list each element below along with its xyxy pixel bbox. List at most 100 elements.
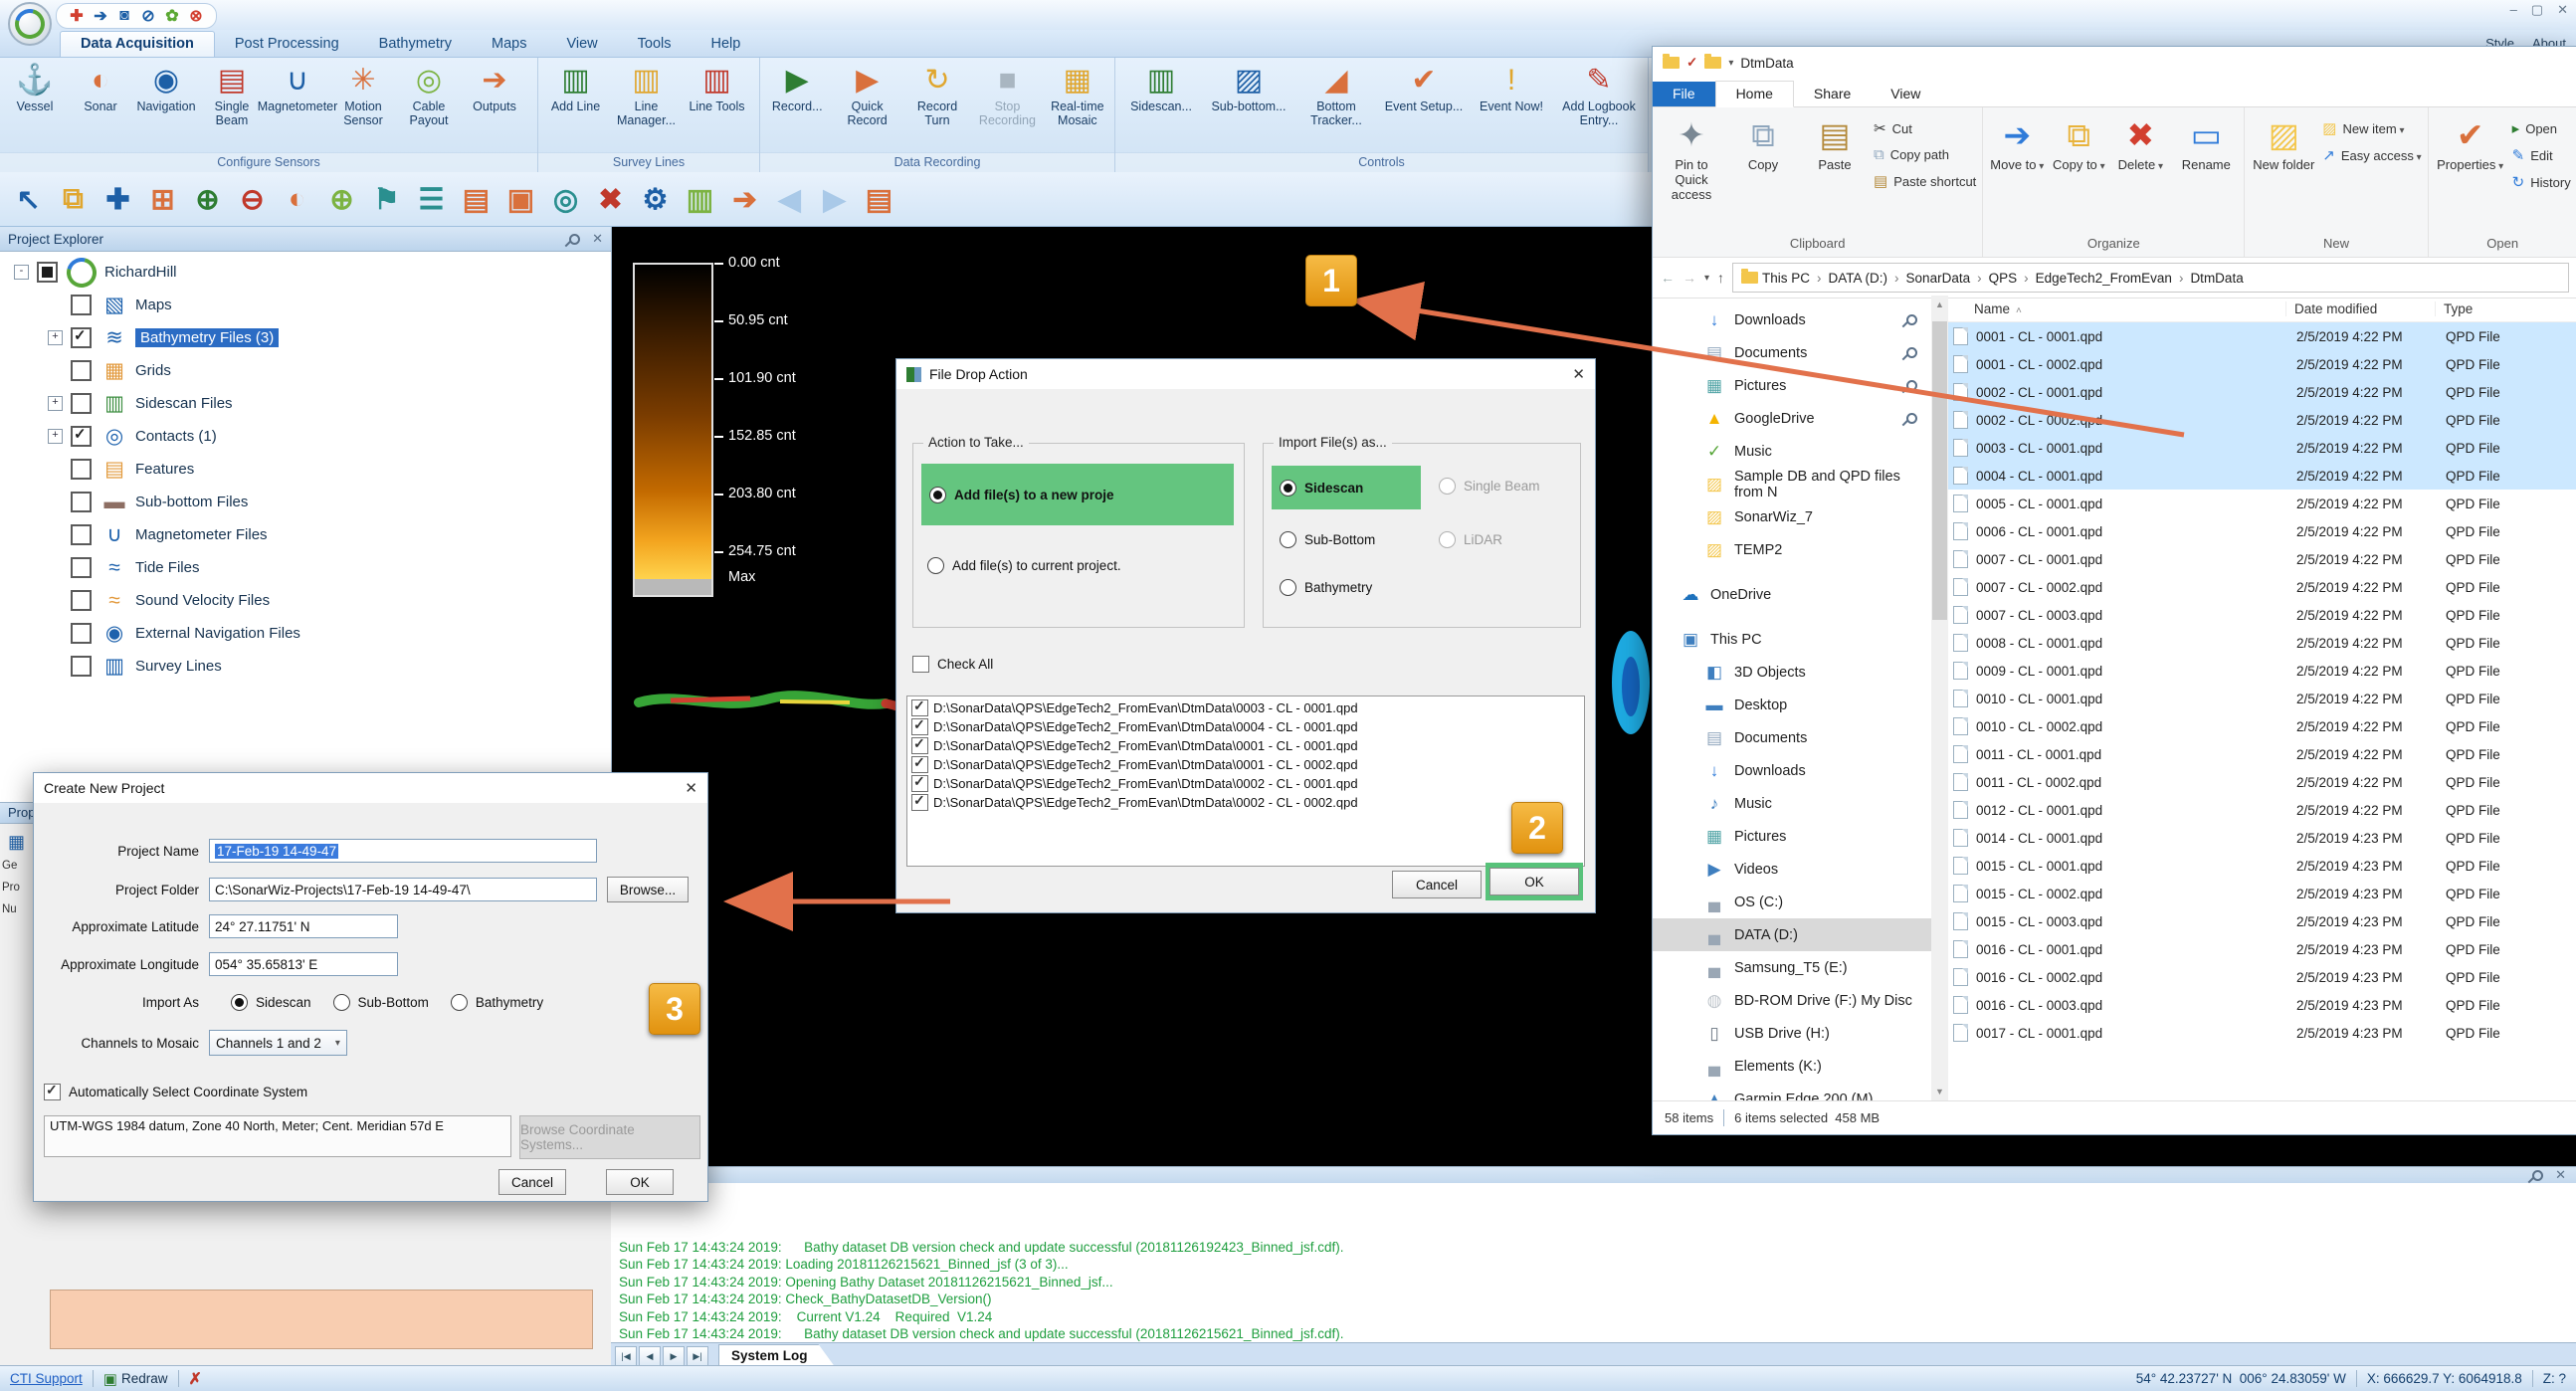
tree-checkbox[interactable] <box>71 295 92 315</box>
breadcrumb[interactable]: This PCDATA (D:)SonarDataQPSEdgeTech2_Fr… <box>1732 263 2569 293</box>
file-row[interactable]: 0009 - CL - 0001.qpd 2/5/2019 4:22 PM QP… <box>1948 657 2576 685</box>
file-row[interactable]: 0002 - CL - 0002.qpd 2/5/2019 4:22 PM QP… <box>1948 406 2576 434</box>
recent-dropdown-icon[interactable]: ▾ <box>1704 273 1709 284</box>
copy-pages-icon[interactable]: ⧉ <box>51 176 96 222</box>
file-checkbox[interactable] <box>911 737 928 754</box>
abort-icon[interactable]: ✗ <box>189 1369 202 1389</box>
histogram-icon[interactable]: ▥ <box>678 176 722 222</box>
channels-dropdown[interactable]: Channels 1 and 2▾ <box>209 1030 347 1056</box>
sidebar-item[interactable]: ▲ GoogleDrive <box>1653 402 1931 435</box>
ribbon-button[interactable]: ↻ Record Turn <box>902 60 972 129</box>
sidebar-item[interactable]: ▶ Videos <box>1653 853 1931 886</box>
sidebar-item[interactable]: ↓ Downloads <box>1653 754 1931 787</box>
tree-expander[interactable]: - <box>14 265 29 280</box>
easy-access-button[interactable]: ↗Easy access <box>2322 146 2421 164</box>
log-nav-button[interactable]: |◀ <box>615 1346 637 1366</box>
tree-item[interactable]: ▦ Grids <box>0 354 611 387</box>
column-type[interactable]: Type <box>2436 301 2576 316</box>
drop-file-row[interactable]: D:\SonarData\QPS\EdgeTech2_FromEvan\DtmD… <box>907 698 1584 717</box>
ribbon-button[interactable]: ▶ Record... <box>762 60 832 115</box>
sidebar-item[interactable]: ▯ USB Drive (H:) <box>1653 1017 1931 1050</box>
ribbon-tab[interactable]: Data Acquisition <box>60 31 215 57</box>
select-cursor-icon[interactable]: ↖ <box>6 176 51 222</box>
new-item-button[interactable]: ▨New item <box>2322 119 2421 137</box>
properties-tab[interactable]: Ge <box>2 860 32 872</box>
radio-single-beam[interactable]: Single Beam <box>1439 478 1540 495</box>
sidebar-item[interactable]: ▨ SonarWiz_7 <box>1653 500 1931 533</box>
pin-icon[interactable] <box>2530 1167 2546 1183</box>
tree-checkbox[interactable] <box>71 459 92 480</box>
close-button[interactable]: ✕ <box>2557 2 2568 18</box>
tree-checkbox[interactable] <box>71 360 92 381</box>
drop-file-row[interactable]: D:\SonarData\QPS\EdgeTech2_FromEvan\DtmD… <box>907 774 1584 793</box>
tree-item[interactable]: ▬ Sub-bottom Files <box>0 486 611 518</box>
file-row[interactable]: 0016 - CL - 0002.qpd 2/5/2019 4:23 PM QP… <box>1948 963 2576 991</box>
find-settings-icon[interactable]: ⚙ <box>633 176 678 222</box>
sidebar-item[interactable]: ▦ Pictures <box>1653 820 1931 853</box>
ribbon-tab[interactable]: Help <box>692 32 761 57</box>
file-row[interactable]: 0007 - CL - 0002.qpd 2/5/2019 4:22 PM QP… <box>1948 573 2576 601</box>
tree-item[interactable]: ▥ Survey Lines <box>0 650 611 683</box>
ribbon-button[interactable]: ◉ Navigation <box>133 60 199 115</box>
tree-checkbox[interactable] <box>71 426 92 447</box>
file-checkbox[interactable] <box>911 756 928 773</box>
tree-checkbox[interactable] <box>71 590 92 611</box>
explorer-tab-file[interactable]: File <box>1653 82 1715 106</box>
rename-button[interactable]: ▭Rename <box>2174 109 2238 172</box>
sidebar-item[interactable]: ▬ Desktop <box>1653 689 1931 721</box>
tree-item[interactable]: ◉ External Navigation Files <box>0 617 611 650</box>
sidebar-item[interactable]: ☁ OneDrive <box>1653 578 1931 611</box>
pin-icon[interactable] <box>567 231 583 247</box>
ribbon-tab[interactable]: View <box>546 32 617 57</box>
sidebar-item[interactable]: ▲ Garmin Edge 200 (M) <box>1653 1083 1931 1100</box>
copy-to-button[interactable]: ⧉Copy to <box>2051 109 2106 172</box>
pin-to-quick-access-button[interactable]: ✦Pin to Quick access <box>1659 109 1724 202</box>
ribbon-tab[interactable]: Maps <box>472 32 546 57</box>
open-button[interactable]: ▸Open <box>2512 119 2571 137</box>
check-all-checkbox[interactable]: Check All <box>912 656 993 673</box>
paste-shortcut-button[interactable]: ▤Paste shortcut <box>1874 172 1976 190</box>
radio-lidar[interactable]: LiDAR <box>1439 531 1502 548</box>
report-icon[interactable]: ▤ <box>857 176 901 222</box>
sidebar-item[interactable]: ✓ Music <box>1653 435 1931 468</box>
breadcrumb-segment[interactable]: This PC <box>1762 271 1829 286</box>
ribbon-button[interactable]: ◎ Cable Payout <box>396 60 462 129</box>
contacts-icon[interactable]: ◎ <box>543 176 588 222</box>
back-icon[interactable]: ◀ <box>767 176 812 222</box>
properties-tab[interactable]: Pro <box>2 882 32 894</box>
breadcrumb-segment[interactable]: QPS <box>1989 271 2036 286</box>
file-row[interactable]: 0001 - CL - 0002.qpd 2/5/2019 4:22 PM QP… <box>1948 350 2576 378</box>
radio-sidescan[interactable]: Sidescan <box>231 994 311 1011</box>
ribbon-button[interactable]: ▥ Line Manager... <box>611 60 682 129</box>
file-checkbox[interactable] <box>911 794 928 811</box>
ribbon-tab[interactable]: Post Processing <box>215 32 359 57</box>
qat-dropdown-icon[interactable]: ▾ <box>1728 58 1733 69</box>
ribbon-button[interactable]: ! Event Now! <box>1468 60 1555 115</box>
file-row[interactable]: 0010 - CL - 0002.qpd 2/5/2019 4:22 PM QP… <box>1948 712 2576 740</box>
tree-checkbox[interactable] <box>71 492 92 512</box>
ok-button[interactable]: OK <box>606 1169 674 1195</box>
targets-icon[interactable]: ▣ <box>498 176 543 222</box>
tree-item[interactable]: ▤ Features <box>0 453 611 486</box>
minimize-button[interactable]: – <box>2510 2 2517 18</box>
close-icon[interactable]: ✕ <box>685 779 697 797</box>
drop-file-row[interactable]: D:\SonarData\QPS\EdgeTech2_FromEvan\DtmD… <box>907 717 1584 736</box>
redraw-button[interactable]: Redraw <box>121 1371 168 1386</box>
scroll-down-icon[interactable]: ▼ <box>1931 1087 1948 1096</box>
tree-item[interactable]: + ▥ Sidescan Files <box>0 387 611 420</box>
plant-icon[interactable]: ✿ <box>162 6 182 26</box>
paste-button[interactable]: ▤Paste <box>1802 109 1868 172</box>
log-nav-button[interactable]: ▶ <box>663 1346 685 1366</box>
longitude-field[interactable]: 054° 35.65813' E <box>209 952 398 976</box>
drop-file-list[interactable]: D:\SonarData\QPS\EdgeTech2_FromEvan\DtmD… <box>906 696 1585 867</box>
tree-item[interactable]: + ◎ Contacts (1) <box>0 420 611 453</box>
ribbon-button[interactable]: ◢ Bottom Tracker... <box>1292 60 1380 129</box>
tools-icon[interactable]: ⊘ <box>138 6 158 26</box>
explorer-tab-share[interactable]: Share <box>1794 82 1871 106</box>
close-panel-icon[interactable]: ✕ <box>2555 1167 2566 1183</box>
delete-icon[interactable]: ✖ <box>588 176 633 222</box>
file-row[interactable]: 0015 - CL - 0002.qpd 2/5/2019 4:23 PM QP… <box>1948 880 2576 907</box>
scrollbar-thumb[interactable] <box>1932 321 1947 620</box>
auto-coordinate-checkbox[interactable]: Automatically Select Coordinate System <box>44 1084 307 1100</box>
copy-path-button[interactable]: ⧉Copy path <box>1874 146 1976 163</box>
